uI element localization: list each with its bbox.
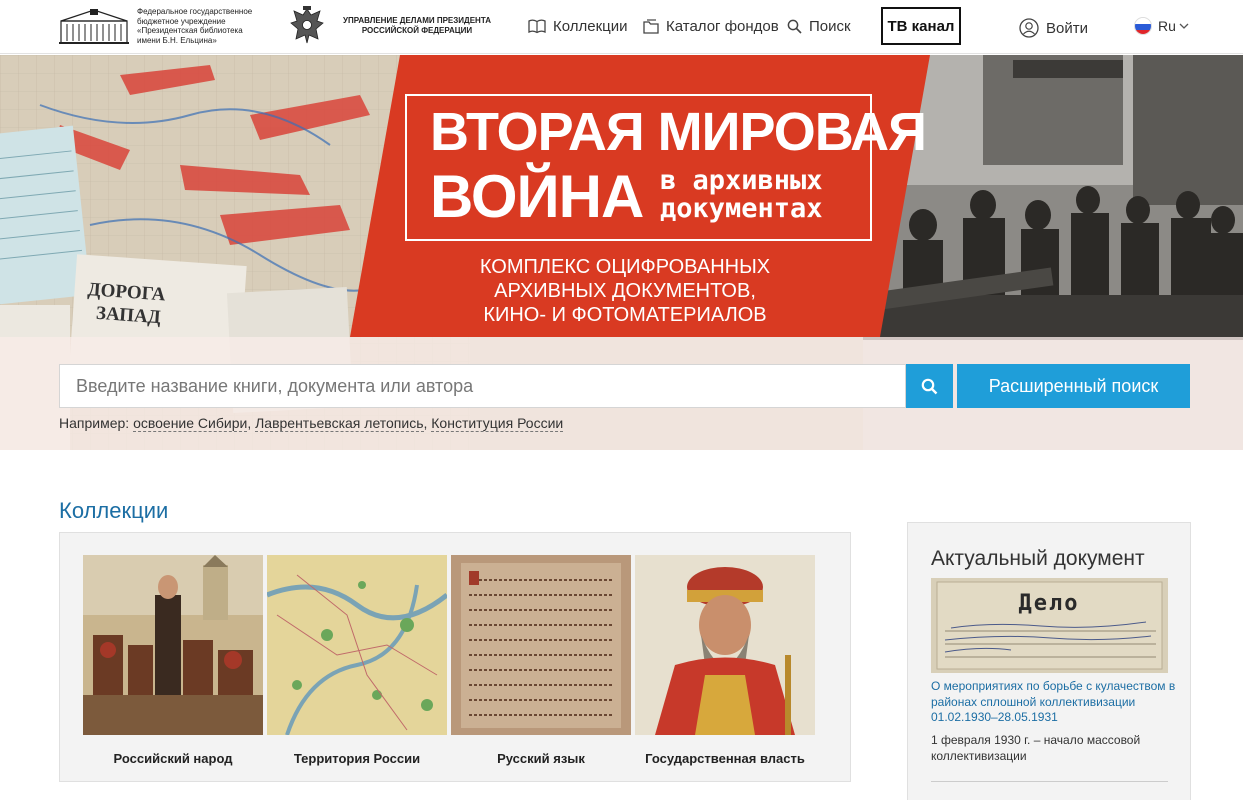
eagle-emblem-icon: [290, 6, 324, 44]
document-cover-text: Дело: [1019, 591, 1080, 616]
search-icon: [787, 19, 802, 34]
folder-icon: [643, 19, 659, 34]
collection-card-russian-language[interactable]: Русский язык: [451, 555, 631, 766]
old-map-image: [266, 555, 449, 736]
document-cover-image[interactable]: Дело: [931, 578, 1168, 673]
banner-script-line2: документах: [660, 193, 823, 224]
library-logo[interactable]: Федеральное государственное бюджетное уч…: [59, 7, 265, 45]
example-link[interactable]: освоение Сибири: [133, 415, 248, 432]
search-button[interactable]: [906, 364, 953, 408]
library-logo-text: Федеральное государственное бюджетное уч…: [137, 7, 253, 45]
tv-channel-button[interactable]: ТВ канал: [881, 7, 961, 45]
collection-label: Российский народ: [113, 751, 233, 766]
open-book-icon: [528, 19, 546, 34]
library-building-icon: [59, 7, 129, 45]
featured-document-description: 1 февраля 1930 г. – начало массовой колл…: [931, 733, 1141, 763]
russian-flag-icon: [1134, 17, 1152, 35]
login-label: Войти: [1046, 19, 1088, 37]
tsar-portrait-image: [635, 555, 815, 735]
collection-label: Территория России: [293, 751, 421, 766]
collection-label: Государственная власть: [645, 751, 805, 766]
language-label: Ru: [1158, 18, 1176, 34]
collections-heading[interactable]: Коллекции: [59, 498, 168, 524]
featured-document-link[interactable]: О мероприятиях по борьбе с кулачеством в…: [931, 679, 1176, 726]
divider: [931, 781, 1168, 782]
banner-script-line1: в архивных: [660, 165, 823, 196]
collection-label: Русский язык: [497, 751, 585, 766]
banner-subtitle: КОМПЛЕКС ОЦИФРОВАННЫХ АРХИВНЫХ ДОКУМЕНТО…: [479, 256, 771, 326]
example-link[interactable]: Лаврентьевская летопись: [255, 415, 424, 432]
site-header: Федеральное государственное бюджетное уч…: [0, 0, 1243, 54]
nav-catalog[interactable]: Каталог фондов: [643, 18, 779, 35]
featured-document-panel: Актуальный документ Дело О мероприятиях …: [907, 522, 1191, 800]
nav-search[interactable]: Поиск: [787, 18, 851, 35]
example-link[interactable]: Конституция России: [431, 415, 564, 432]
presidential-affairs-text: УПРАВЛЕНИЕ ДЕЛАМИ ПРЕЗИДЕНТА РОССИЙСКОЙ …: [343, 16, 491, 35]
collection-card-state-power[interactable]: Государственная власть: [635, 555, 815, 766]
nav-collections[interactable]: Коллекции: [528, 18, 628, 35]
nav-search-label: Поиск: [809, 18, 851, 35]
presidential-affairs-logo[interactable]: УПРАВЛЕНИЕ ДЕЛАМИ ПРЕЗИДЕНТА РОССИЙСКОЙ …: [287, 5, 497, 47]
search-icon: [921, 378, 938, 394]
nav-catalog-label: Каталог фондов: [666, 18, 779, 35]
language-selector[interactable]: Ru: [1134, 17, 1189, 35]
examples-prefix: Например:: [59, 415, 130, 431]
banner-script-title: в архивных документах: [660, 167, 823, 223]
user-icon: [1019, 18, 1039, 38]
search-examples: Например: освоение Сибири, Лаврентьевска…: [59, 415, 564, 432]
banner-title-line2: ВОЙНА: [430, 163, 644, 230]
banner-title-line1: ВТОРАЯ МИРОВАЯ: [430, 102, 927, 162]
nav-collections-label: Коллекции: [553, 18, 628, 35]
old-manuscript-image: [451, 555, 631, 735]
collections-panel: Российский народ Территория России Русск…: [59, 532, 851, 782]
search-input[interactable]: [59, 364, 906, 408]
chevron-down-icon: [1179, 23, 1189, 29]
collection-card-territory[interactable]: Территория России: [266, 555, 449, 766]
advanced-search-button[interactable]: Расширенный поиск: [957, 364, 1190, 408]
login-link[interactable]: Войти: [1019, 18, 1088, 38]
russian-people-painting: [83, 555, 263, 735]
featured-document-title: Актуальный документ: [931, 547, 1145, 570]
collection-card-russian-people[interactable]: Российский народ: [83, 555, 263, 766]
